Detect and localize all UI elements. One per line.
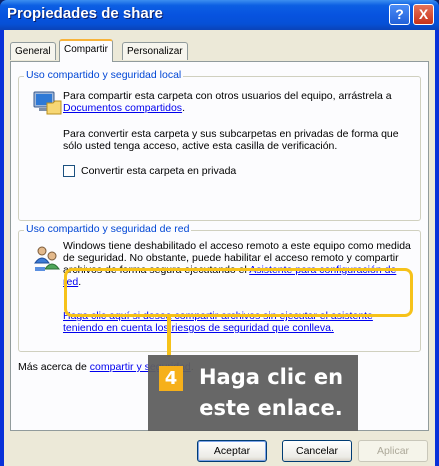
window-title: Propiedades de share: [7, 5, 163, 22]
local-sharing-group: Uso compartido y seguridad local Para co…: [18, 69, 421, 221]
local-sharing-legend: Uso compartido y seguridad local: [24, 69, 184, 81]
apply-button: Aplicar: [358, 440, 428, 462]
ok-button[interactable]: Aceptar: [197, 440, 267, 462]
close-button[interactable]: X: [413, 4, 434, 25]
cancel-button[interactable]: Cancelar: [282, 440, 352, 462]
private-folder-text: Para convertir esta carpeta y sus subcar…: [63, 128, 399, 152]
tab-compartir[interactable]: Compartir: [59, 39, 113, 62]
network-sharing-legend: Uso compartido y seguridad de red: [24, 223, 192, 235]
computer-folder-icon: [33, 91, 62, 115]
local-sharing-text-end: .: [182, 102, 185, 114]
step-number-badge: 4: [159, 366, 183, 391]
shared-documents-link[interactable]: Documentos compartidos: [63, 102, 182, 114]
link-highlight-frame: [64, 268, 413, 317]
tab-personalizar[interactable]: Personalizar: [122, 42, 188, 60]
title-bar[interactable]: Propiedades de share ? X: [0, 0, 439, 30]
help-button[interactable]: ?: [389, 4, 410, 25]
local-sharing-text-start: Para compartir esta carpeta con otros us…: [63, 90, 392, 102]
callout-connector: [167, 317, 171, 357]
callout-text: Haga clic en este enlace.: [198, 365, 344, 420]
network-users-icon: [34, 246, 60, 271]
private-folder-checkbox-label[interactable]: Convertir esta carpeta en privada: [81, 165, 236, 177]
tab-general[interactable]: General: [10, 42, 56, 60]
private-folder-checkbox[interactable]: [63, 165, 75, 177]
more-info-text-start: Más acerca de: [18, 361, 90, 373]
local-sharing-text: Para compartir esta carpeta con otros us…: [63, 90, 413, 114]
